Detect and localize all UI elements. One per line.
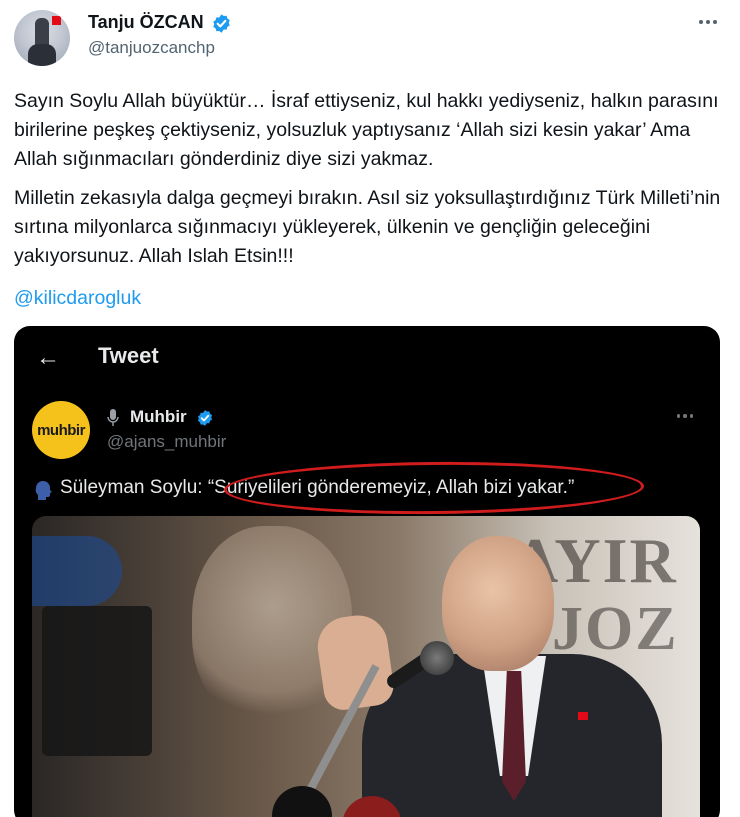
highlight-ring	[223, 460, 645, 516]
author-handle[interactable]: @tanjuozcanchp	[88, 38, 215, 58]
embedded-header-title: Tweet	[98, 343, 159, 368]
embedded-screenshot[interactable]: ← Tweet muhbir Muhbir @ajans_muhbir Süle…	[14, 326, 720, 817]
embedded-author-avatar: muhbir	[32, 401, 90, 459]
embedded-author-name: Muhbir	[130, 407, 187, 426]
embedded-avatar-text: muhbir	[37, 421, 85, 439]
author-name[interactable]: Tanju ÖZCAN	[88, 12, 204, 33]
tweet-paragraph-2: Milletin zekasıyla dalga geçmeyi bırakın…	[14, 187, 721, 267]
quote-speaker: Süleyman Soylu:	[60, 477, 208, 498]
more-options-icon[interactable]	[693, 10, 723, 34]
microphone-icon	[107, 409, 119, 426]
flag-icon	[52, 16, 61, 25]
more-options-icon	[672, 408, 698, 424]
back-arrow-icon: ←	[36, 344, 60, 371]
embedded-author-handle: @ajans_muhbir	[107, 432, 227, 451]
embedded-photo: AYIR JOZ	[32, 516, 700, 817]
verified-badge-icon	[197, 410, 213, 426]
author-avatar[interactable]	[14, 10, 70, 66]
mention-link[interactable]: @kilicdarogluk	[14, 287, 141, 310]
verified-badge-icon	[213, 14, 230, 33]
tweet-paragraph-1: Sayın Soylu Allah büyüktür… İsraf ettiys…	[14, 90, 719, 170]
speaking-head-icon	[35, 481, 52, 500]
